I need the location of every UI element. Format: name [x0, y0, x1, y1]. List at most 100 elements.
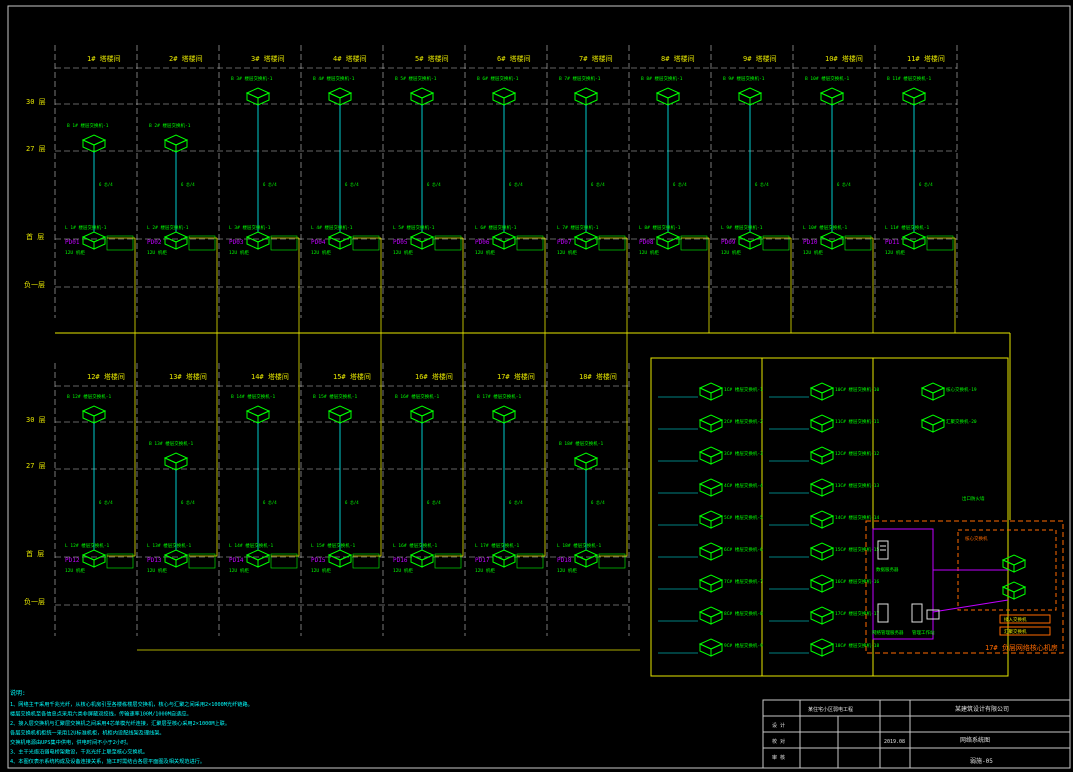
fiber-label: 6 芯/4: [509, 181, 523, 187]
ground-switch-icon: [491, 231, 517, 250]
building-title: 14# 塔楼间: [251, 372, 289, 381]
panel-switch-label: 14C# 楼层交换机-14: [835, 514, 879, 521]
lower-building-group: 12# 塔楼间 B 12# 楼层交换机-1 6 芯/4 L 12# 楼层交换机-1 PD…: [54, 333, 640, 651]
floor-switch-icon: [327, 87, 353, 106]
cabinet-tag: 12U 机柜: [557, 249, 577, 256]
panel-switch-label: 13C# 楼层交换机-13: [835, 482, 879, 489]
pd-label: PD18: [557, 557, 572, 564]
ground-switch-label: L 6# 楼层交换机-1: [475, 224, 517, 231]
ground-switch-icon: [901, 231, 927, 250]
ground-switch-icon: [245, 549, 271, 568]
core-room: 数据服务器 网络管理服务器 管理工作站 核心交换机 出口防火墙 接入交换机 汇聚…: [865, 495, 1064, 654]
title-row-check: 校 对: [772, 738, 785, 745]
floor-switch-icon: [819, 87, 845, 106]
building-title: 7# 塔楼间: [579, 54, 613, 63]
server2-label: 网络管理服务器: [872, 629, 904, 636]
floor-switch-icon: [245, 87, 271, 106]
ground-switch-label: L 17# 楼层交换机-1: [475, 542, 519, 549]
panel-switch-icon: [698, 606, 724, 625]
note-line: 交换机电源由UPS集中供电，供电时间不小于2小时。: [10, 738, 131, 746]
ground-switch-icon: [409, 231, 435, 250]
top-switch-label: B 16# 楼层交换机-1: [395, 393, 439, 400]
cabinet-tag: 12U 机柜: [65, 567, 85, 574]
note-line: 楼层交换机至各信息点采用六类非屏蔽双绞线，传输速率100M/1000M自适应。: [10, 710, 192, 718]
core-room-label: 17# 负层网络核心机房: [985, 643, 1058, 652]
building-title: 5# 塔楼间: [415, 54, 449, 63]
top-switch-label: B 8# 楼层交换机-1: [641, 75, 683, 82]
panel-switch-label: 12C# 楼层交换机-12: [835, 450, 879, 457]
firewall-label: 出口防火墙: [962, 495, 985, 502]
top-switch-label: B 9# 楼层交换机-1: [723, 75, 765, 82]
cabinet-tag: 12U 机柜: [229, 249, 249, 256]
ground-switch-label: L 13# 楼层交换机-1: [147, 542, 191, 549]
pd-label: PD01: [65, 239, 80, 246]
note-line: 2、接入层交换机与汇聚层交换机之间采用4芯单模光纤连接，汇聚层至核心采用2×10…: [10, 719, 230, 727]
fiber-label: 6 芯/4: [509, 499, 523, 505]
fiber-label: 6 芯/4: [427, 499, 441, 505]
floor-label-b1-upper: 负一层: [24, 280, 45, 289]
upper-building-group: 1# 塔楼间 B 1# 楼层交换机-1 6 芯/4 L 1# 楼层交换机-1 PD01 1…: [54, 45, 958, 333]
ground-switch-label: L 12# 楼层交换机-1: [65, 542, 109, 549]
top-switch-label: B 5# 楼层交换机-1: [395, 75, 437, 82]
ground-switch-label: L 7# 楼层交换机-1: [557, 224, 599, 231]
floor-label-30-lower: 30 层: [26, 416, 46, 424]
panel-switch-label: 2C# 楼层交换机-2: [724, 418, 763, 425]
top-switch-label: B 18# 楼层交换机-1: [559, 440, 603, 447]
fiber-label: 6 芯/4: [755, 181, 769, 187]
panel-switch-icon: [809, 414, 835, 433]
ground-switch-icon: [409, 549, 435, 568]
pd-label: PD15: [311, 557, 326, 564]
ground-switch-label: L 15# 楼层交换机-1: [311, 542, 355, 549]
fiber-label: 6 芯/4: [181, 499, 195, 505]
pd-label: PD05: [393, 239, 408, 246]
floor-switch-icon: [737, 87, 763, 106]
floor-switch-icon: [409, 87, 435, 106]
panel-switch-label: 1C# 楼层交换机-1: [724, 386, 763, 393]
pd-label: PD17: [475, 557, 490, 564]
building-title: 2# 塔楼间: [169, 54, 203, 63]
cabinet-tag: 12U 机柜: [393, 249, 413, 256]
floor-switch-icon: [655, 87, 681, 106]
agg-switch-icon: [1001, 581, 1027, 600]
core-switch-icon: [1001, 554, 1027, 573]
floor-label-27-lower: 27 层: [26, 462, 46, 470]
building-title: 13# 塔楼间: [169, 372, 207, 381]
fiber-label: 6 芯/4: [591, 181, 605, 187]
panel-switch-icon: [809, 478, 835, 497]
pd-label: PD08: [639, 239, 654, 246]
ground-switch-label: L 14# 楼层交换机-1: [229, 542, 273, 549]
pd-label: PD16: [393, 557, 408, 564]
fiber-label: 6 芯/4: [427, 181, 441, 187]
panel-switch-label: 5C# 楼层交换机-5: [724, 514, 763, 521]
building-title: 16# 塔楼间: [415, 372, 453, 381]
ground-switch-label: L 18# 楼层交换机-1: [557, 542, 601, 549]
panel-switch-icon: [809, 510, 835, 529]
floor-switch-icon: [491, 87, 517, 106]
fiber-label: 6 芯/4: [263, 499, 277, 505]
ground-switch-icon: [81, 231, 107, 250]
workstation-icon: [911, 603, 923, 623]
ground-switch-icon: [491, 549, 517, 568]
ground-switch-label: L 11# 楼层交换机-1: [885, 224, 929, 231]
panel-switch-label: 6C# 楼层交换机-6: [724, 546, 763, 553]
floor-switch-icon: [573, 452, 599, 471]
panel-switch-icon: [809, 638, 835, 657]
cabinet-tag: 12U 机柜: [147, 567, 167, 574]
pd-label: PD06: [475, 239, 490, 246]
cabinet-tag: 12U 机柜: [475, 249, 495, 256]
building-title: 15# 塔楼间: [333, 372, 371, 381]
building-title: 10# 塔楼间: [825, 54, 863, 63]
floor-switch-icon: [81, 134, 107, 153]
building-title: 18# 塔楼间: [579, 372, 617, 381]
pd-label: PD12: [65, 557, 80, 564]
panel-switch-icon: [809, 542, 835, 561]
panel-switch-icon: [698, 542, 724, 561]
floor-switch-icon: [245, 405, 271, 424]
fiber-label: 6 芯/4: [181, 181, 195, 187]
title-row-review: 审 核: [772, 754, 785, 761]
panel-switch-icon: [698, 478, 724, 497]
fiber-label: 6 芯/4: [837, 181, 851, 187]
panel-switch-icon: [809, 606, 835, 625]
panel-switch-icon: [698, 414, 724, 433]
fiber-label: 6 芯/4: [591, 499, 605, 505]
